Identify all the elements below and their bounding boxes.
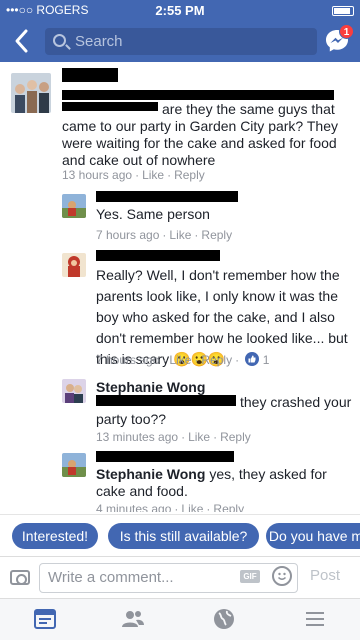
comment-text: Stephanie Wong yes, they asked for cake … — [96, 466, 354, 500]
comment-time: 13 minutes ago — [96, 430, 179, 444]
avatar[interactable] — [62, 379, 86, 403]
gif-button[interactable]: GIF — [240, 570, 260, 583]
comment-time: 13 hours ago — [62, 168, 133, 182]
comment-meta: 13 hours ago · Like · Reply — [62, 168, 205, 182]
like-link[interactable]: Like — [181, 502, 203, 512]
comment-meta: 13 minutes ago · Like · Reply — [96, 430, 251, 444]
redacted-name — [62, 68, 118, 82]
mention-link[interactable]: Stephanie Wong — [96, 466, 205, 482]
comment-time: 4 minutes ago — [96, 502, 172, 512]
back-button[interactable] — [10, 26, 34, 56]
messenger-badge: 1 — [339, 24, 354, 39]
reply-link[interactable]: Reply — [201, 228, 232, 242]
camera-icon[interactable] — [10, 570, 30, 585]
comment-text: they crashed your party too?? — [96, 394, 352, 427]
search-input[interactable]: Search — [45, 28, 317, 55]
redacted-name — [96, 451, 234, 462]
avatar[interactable] — [62, 194, 86, 218]
tab-friends[interactable] — [121, 607, 145, 631]
reaction-count[interactable]: 1 — [245, 352, 269, 367]
like-link[interactable]: Like — [142, 168, 164, 182]
search-placeholder: Search — [75, 33, 123, 50]
clock: 2:55 PM — [155, 3, 205, 18]
chip-do-you-have[interactable]: Do you have m — [266, 523, 360, 549]
like-link[interactable]: Like — [188, 430, 210, 444]
globe-icon — [214, 609, 234, 629]
post-button[interactable]: Post — [310, 567, 340, 584]
tab-menu[interactable] — [303, 607, 327, 631]
avatar[interactable] — [62, 253, 86, 277]
menu-icon — [306, 612, 324, 626]
tab-globe[interactable] — [212, 607, 236, 631]
news-feed-icon — [34, 609, 56, 629]
search-icon — [53, 34, 66, 47]
redacted-name — [96, 250, 220, 261]
sticker-icon[interactable] — [272, 566, 292, 586]
comment-time: 7 hours ago — [96, 228, 160, 242]
reply-link[interactable]: Reply — [174, 168, 205, 182]
like-reaction-icon — [245, 352, 260, 366]
reply-link[interactable]: Reply — [213, 502, 244, 512]
friends-icon — [122, 611, 144, 627]
comment-meta: 7 hours ago · Like · Reply — [96, 228, 233, 242]
comment-time: 7 hours ago — [96, 353, 160, 367]
comment-thread: are they the same guys that came to our … — [0, 62, 360, 512]
like-link[interactable]: Like — [169, 228, 191, 242]
like-link[interactable]: Like — [169, 353, 191, 367]
comment-meta: 7 hours ago · Like · Reply · 1 — [96, 352, 270, 367]
redacted-text — [62, 90, 334, 100]
avatar[interactable] — [62, 453, 86, 477]
redacted-name — [96, 191, 238, 202]
reply-link[interactable]: Reply — [220, 430, 251, 444]
chip-interested[interactable]: Interested! — [12, 523, 98, 549]
top-navbar: Search 1 — [0, 20, 360, 62]
avatar[interactable] — [11, 73, 51, 113]
quick-reply-chips: Interested! Is this still available? Do … — [0, 514, 360, 556]
comment-text: Yes. Same person — [96, 206, 210, 222]
comment-text: are they the same guys that came to our … — [62, 101, 338, 168]
chevron-left-icon — [15, 29, 28, 53]
reply-link[interactable]: Reply — [201, 353, 232, 367]
status-bar: •••○○ ROGERS 2:55 PM — [0, 0, 360, 20]
chip-still-available[interactable]: Is this still available? — [108, 523, 259, 549]
bottom-tab-bar — [0, 598, 360, 640]
tab-news-feed[interactable] — [33, 607, 57, 631]
comment-composer: Write a comment... — [0, 556, 360, 598]
battery-icon — [332, 3, 354, 17]
comment-meta: 4 minutes ago · Like · Reply — [96, 502, 244, 512]
